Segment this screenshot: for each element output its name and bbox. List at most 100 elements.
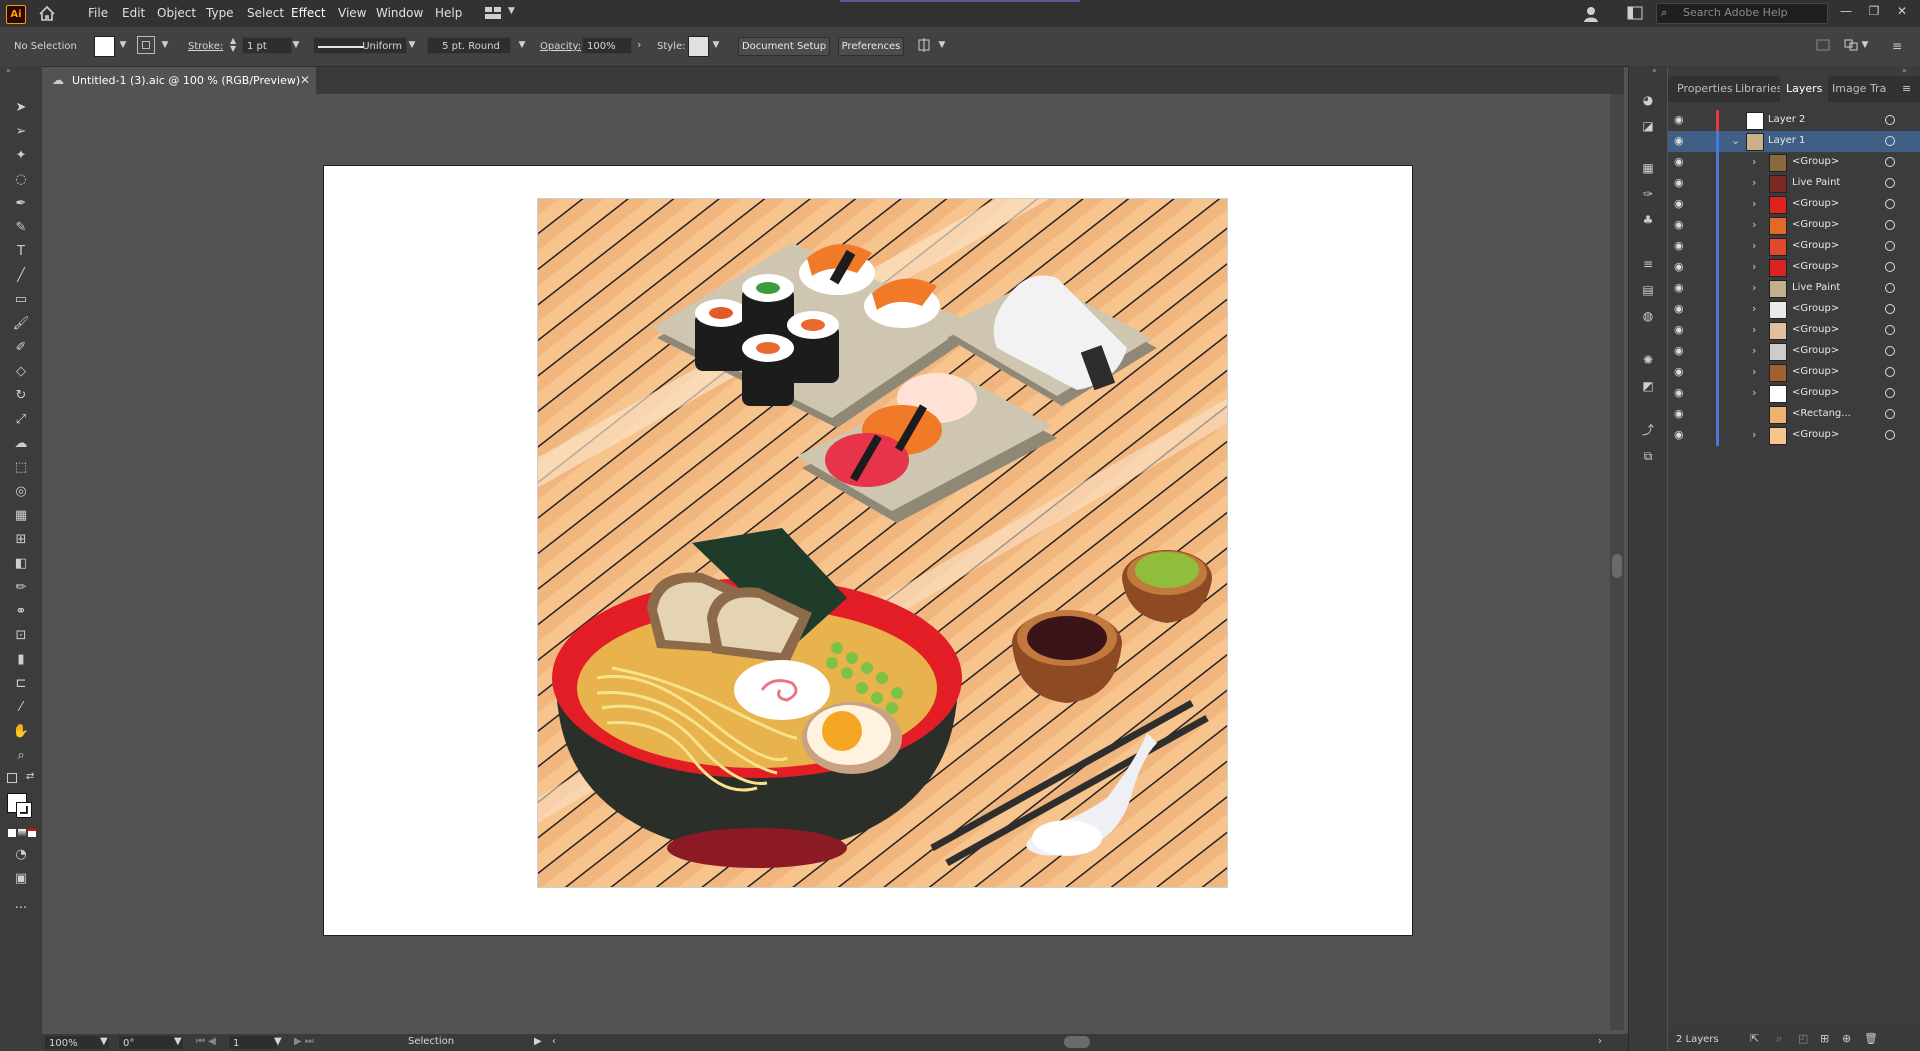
shape-builder-tool-icon[interactable]: ◎ xyxy=(11,483,31,501)
artboard-dropdown-icon[interactable]: ▼ xyxy=(274,1036,282,1047)
expand-arrow-icon[interactable]: › xyxy=(1752,344,1756,357)
document-tab[interactable]: ☁ Untitled-1 (3).aic @ 100 % (RGB/Previe… xyxy=(42,67,316,94)
restore-icon[interactable]: ❐ xyxy=(1866,4,1882,20)
stroke-color-swatch[interactable] xyxy=(16,802,32,818)
rotation-dropdown-icon[interactable]: ▼ xyxy=(174,1036,182,1047)
stroke-swatch-dropdown-icon[interactable]: ▼ xyxy=(160,39,170,51)
symbol-sprayer-tool-icon[interactable]: ⊡ xyxy=(11,627,31,645)
layer-name[interactable]: Live Paint xyxy=(1792,282,1840,293)
rectangle-tool-icon[interactable]: ▭ xyxy=(11,291,31,309)
search-help-input[interactable]: ⌕ Search Adobe Help xyxy=(1656,3,1828,24)
none-mode-icon[interactable] xyxy=(28,829,36,837)
menu-view[interactable]: View xyxy=(338,0,366,27)
target-circle-icon[interactable] xyxy=(1885,199,1895,209)
expand-arrow-icon[interactable]: › xyxy=(1752,197,1756,210)
arrange-dropdown-icon[interactable]: ▼ xyxy=(1860,39,1870,51)
brush-dropdown-icon[interactable]: ▼ xyxy=(517,39,527,51)
layer-name[interactable]: <Group> xyxy=(1792,261,1839,272)
stroke-label[interactable]: Stroke: xyxy=(188,41,223,52)
target-circle-icon[interactable] xyxy=(1885,115,1895,125)
type-tool-icon[interactable]: T xyxy=(11,243,31,261)
expand-arrow-icon[interactable]: › xyxy=(1752,281,1756,294)
vertical-scroll-thumb[interactable] xyxy=(1612,554,1622,578)
layer-name[interactable]: <Rectang... xyxy=(1792,408,1851,419)
artboards-panel-icon[interactable]: ⧉ xyxy=(1640,448,1656,464)
sublayer-row[interactable]: ◉ › <Group> xyxy=(1668,215,1920,236)
target-circle-icon[interactable] xyxy=(1885,346,1895,356)
document-setup-button[interactable]: Document Setup xyxy=(738,37,830,56)
sublayer-row[interactable]: ◉ › <Group> xyxy=(1668,257,1920,278)
color-guide-icon[interactable]: ◪ xyxy=(1640,118,1656,134)
scale-tool-icon[interactable]: ⤢ xyxy=(11,411,31,429)
profile-dropdown-icon[interactable]: ▼ xyxy=(407,39,417,51)
transparency-panel-icon[interactable]: ◍ xyxy=(1640,308,1656,324)
curvature-tool-icon[interactable]: ✎ xyxy=(11,219,31,237)
target-circle-icon[interactable] xyxy=(1885,157,1895,167)
new-sublayer-icon[interactable]: ⊞ xyxy=(1820,1032,1829,1045)
screen-mode-icon[interactable]: ▣ xyxy=(11,870,31,888)
menu-window[interactable]: Window xyxy=(376,0,423,27)
workspace-switcher-icon[interactable] xyxy=(484,6,502,20)
sublayer-row[interactable]: ◉ › <Group> xyxy=(1668,383,1920,404)
sublayer-row[interactable]: ◉ › <Group> xyxy=(1668,425,1920,446)
visibility-eye-icon[interactable]: ◉ xyxy=(1674,345,1688,357)
paintbrush-tool-icon[interactable]: 🖌 xyxy=(11,315,31,333)
direct-selection-tool-icon[interactable]: ➢ xyxy=(11,123,31,141)
scroll-left-icon[interactable]: ‹ xyxy=(552,1036,556,1047)
swatches-panel-icon[interactable]: ▦ xyxy=(1640,160,1656,176)
layer-name[interactable]: <Group> xyxy=(1792,156,1839,167)
target-circle-icon[interactable] xyxy=(1885,262,1895,272)
opacity-label[interactable]: Opacity: xyxy=(540,41,581,52)
expand-arrow-icon[interactable]: › xyxy=(1752,323,1756,336)
color-panel-icon[interactable]: ◕ xyxy=(1640,92,1656,108)
layer-name[interactable]: <Group> xyxy=(1792,387,1839,398)
draw-mode-icon[interactable]: ◔ xyxy=(11,846,31,864)
graphic-style-swatch[interactable] xyxy=(688,36,709,57)
tab-image-trace[interactable]: Image Tra xyxy=(1832,76,1886,102)
first-artboard-icon[interactable]: ⏮ ◀ xyxy=(196,1036,216,1047)
delete-layer-icon[interactable]: 🗑 xyxy=(1864,1032,1878,1045)
brushes-panel-icon[interactable]: ✑ xyxy=(1640,186,1656,202)
arrange-icon[interactable] xyxy=(1844,39,1858,51)
chevron-down-icon[interactable]: ▼ xyxy=(508,6,515,16)
style-dropdown-icon[interactable]: ▼ xyxy=(711,39,721,51)
menu-file[interactable]: File xyxy=(88,0,108,27)
expand-arrow-icon[interactable]: › xyxy=(1752,239,1756,252)
target-circle-icon[interactable] xyxy=(1885,304,1895,314)
sublayer-row[interactable]: ◉ › <Group> xyxy=(1668,299,1920,320)
line-tool-icon[interactable]: ╱ xyxy=(11,267,31,285)
layer-name[interactable]: <Group> xyxy=(1792,345,1839,356)
fill-dropdown-icon[interactable]: ▼ xyxy=(118,39,128,51)
color-mode-icon[interactable] xyxy=(8,829,16,837)
chevron-right-icon[interactable]: › xyxy=(637,38,641,51)
expand-arrow-icon[interactable]: › xyxy=(1752,176,1756,189)
panel-menu-icon[interactable]: ≡ xyxy=(1902,82,1911,95)
sublayer-row[interactable]: ◉ › <Group> xyxy=(1668,152,1920,173)
arrange-documents-icon[interactable] xyxy=(1627,6,1643,20)
visibility-eye-icon[interactable]: ◉ xyxy=(1674,177,1688,189)
layer-name[interactable]: <Group> xyxy=(1792,303,1839,314)
graphic-styles-icon[interactable]: ◩ xyxy=(1640,378,1656,394)
zoom-dropdown-icon[interactable]: ▼ xyxy=(100,1036,108,1047)
locate-object-icon[interactable]: ⌕ xyxy=(1776,1032,1782,1046)
target-circle-icon[interactable] xyxy=(1885,241,1895,251)
expand-arrow-icon[interactable]: › xyxy=(1752,365,1756,378)
target-circle-icon[interactable] xyxy=(1885,283,1895,293)
default-fill-stroke-icon[interactable] xyxy=(7,773,17,783)
collapse-arrow-icon[interactable]: ⌄ xyxy=(1731,134,1740,147)
perspective-grid-tool-icon[interactable]: ▦ xyxy=(11,507,31,525)
home-icon[interactable] xyxy=(38,5,56,22)
target-circle-icon[interactable] xyxy=(1885,367,1895,377)
zoom-tool-icon[interactable]: ⌕ xyxy=(11,747,31,765)
target-circle-icon[interactable] xyxy=(1885,178,1895,188)
menu-help[interactable]: Help xyxy=(435,0,462,27)
menu-effect[interactable]: Effect xyxy=(291,0,326,27)
layer-name[interactable]: <Group> xyxy=(1792,240,1839,251)
visibility-eye-icon[interactable]: ◉ xyxy=(1674,198,1688,210)
visibility-eye-icon[interactable]: ◉ xyxy=(1674,366,1688,378)
sublayer-row[interactable]: ◉ › <Group> xyxy=(1668,236,1920,257)
symbols-panel-icon[interactable]: ♣ xyxy=(1640,212,1656,228)
expand-arrow-icon[interactable]: › xyxy=(1752,218,1756,231)
layer-row[interactable]: ◉ Layer 2 xyxy=(1668,110,1920,131)
gradient-panel-icon[interactable]: ▤ xyxy=(1640,282,1656,298)
